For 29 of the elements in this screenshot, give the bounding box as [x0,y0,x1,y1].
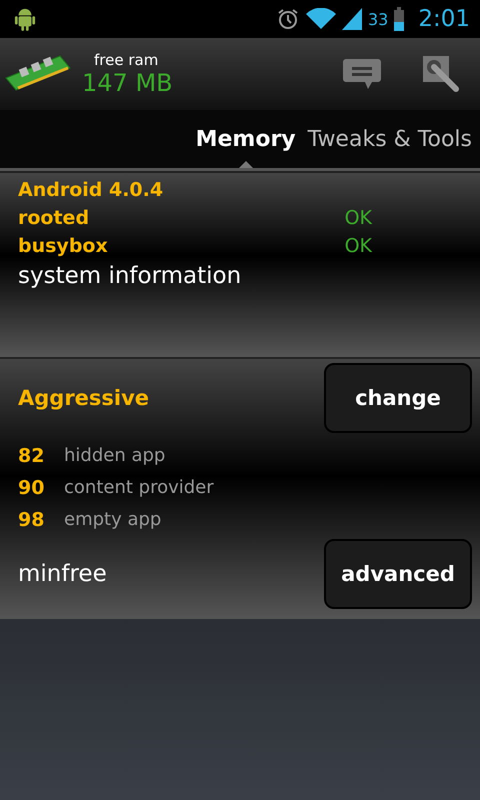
minfree-value: 98 [18,509,44,531]
battery-icon [394,7,404,31]
signal-icon [342,8,362,30]
profile-name: Aggressive [18,386,150,410]
check-status: OK [344,207,372,229]
battery-percent: 33 [368,10,388,28]
chat-bubble-icon[interactable] [342,57,382,91]
minfree-label: empty app [64,509,162,531]
section-title: minfree [18,561,107,587]
check-status: OK [344,235,372,257]
alarm-clock-icon [276,7,300,31]
clock-time: 2:01 [418,6,470,32]
android-version: Android 4.0.4 [18,179,164,201]
minfree-value: 90 [18,477,44,499]
advanced-button[interactable]: advanced [324,539,472,609]
check-label: rooted [18,207,90,229]
free-ram-label: free ram [94,51,160,69]
section-title: system information [18,263,242,289]
android-icon [14,6,36,32]
minfree-value: 82 [18,445,44,467]
minfree-label: content provider [64,477,214,499]
free-ram-value: 147 MB [82,69,174,97]
tab[interactable]: Tweaks & Tools [304,110,476,168]
change-button[interactable]: change [324,363,472,433]
wrench-icon[interactable] [422,55,460,93]
tab[interactable]: Memory [192,110,300,168]
wifi-icon [306,8,336,30]
minfree-label: hidden app [64,445,166,467]
check-label: busybox [18,235,108,257]
